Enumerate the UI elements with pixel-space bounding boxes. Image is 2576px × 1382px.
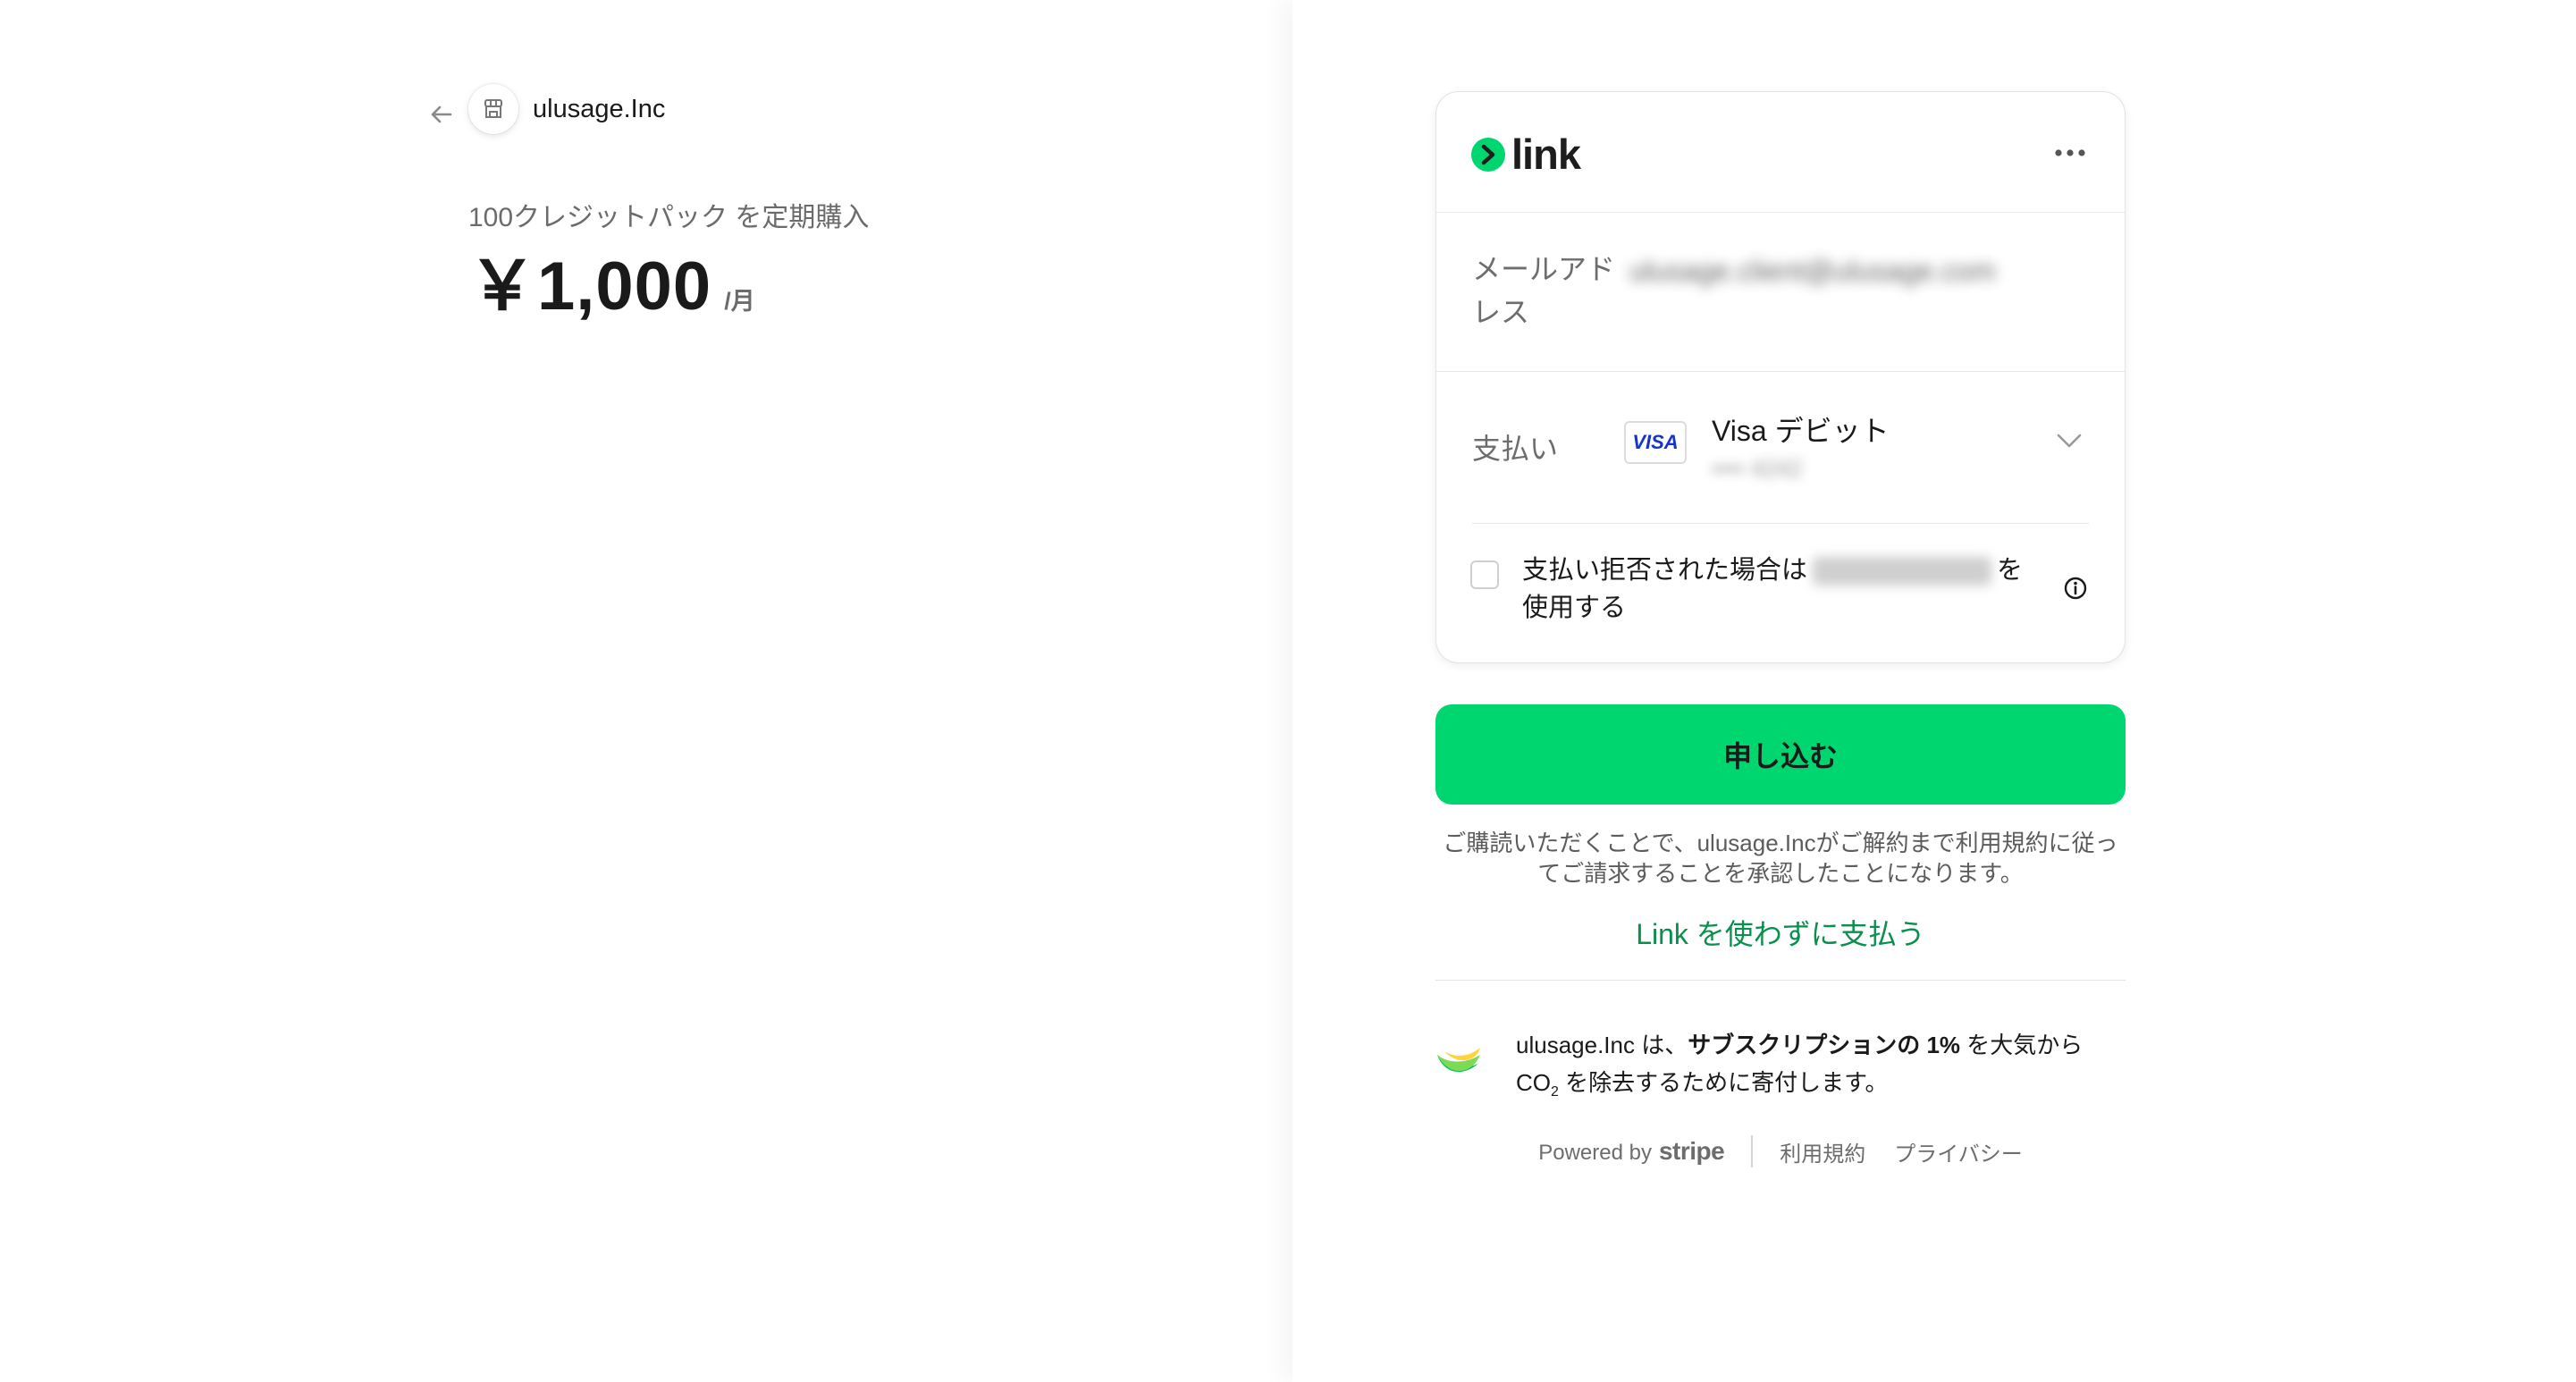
privacy-link[interactable]: プライバシー xyxy=(1894,1136,2023,1167)
more-options-icon[interactable] xyxy=(2050,137,2091,169)
link-card-header: link xyxy=(1436,92,2125,213)
link-card: link メールアドレス ulusage.client@ulusage.com … xyxy=(1435,91,2126,663)
payment-label: 支払い xyxy=(1472,433,1559,465)
visa-badge-text: VISA xyxy=(1632,431,1679,453)
terms-notice: ご購読いただくことで、ulusage.Incがご解約まで利用規約に従ってご請求す… xyxy=(1443,830,2118,887)
fallback-text: 支払い拒否された場合は を使用する xyxy=(1522,552,2041,627)
payment-method-name: Visa デビット xyxy=(1712,415,1890,447)
info-icon[interactable] xyxy=(2062,575,2089,602)
footer: Powered by stripe 利用規約 プライバシー xyxy=(1435,1135,2126,1167)
section-divider xyxy=(1435,980,2126,981)
card-divider xyxy=(1472,523,2089,524)
back-arrow-icon[interactable] xyxy=(424,97,459,132)
climate-notice: ulusage.Inc は、サブスクリプションの 1% を大気から CO2 を除… xyxy=(1516,1026,2124,1111)
email-row[interactable]: メールアドレス ulusage.client@ulusage.com xyxy=(1436,212,2125,372)
email-value: ulusage.client@ulusage.com xyxy=(1629,255,1996,287)
fallback-card-blurred xyxy=(1813,557,1992,586)
fallback-payment-row: 支払い拒否された場合は を使用する xyxy=(1436,525,2125,661)
terms-link[interactable]: 利用規約 xyxy=(1780,1136,1865,1167)
climate-suffix: を除去するために寄付します。 xyxy=(1558,1069,1889,1096)
payment-method-selector[interactable]: 支払い VISA Visa デビット •••• 4242 xyxy=(1436,371,2125,523)
price-unit: /月 xyxy=(724,288,755,315)
powered-by-text: Powered by xyxy=(1538,1141,1652,1165)
store-icon xyxy=(484,99,502,118)
fallback-checkbox[interactable] xyxy=(1470,560,1499,589)
stripe-climate-icon xyxy=(1437,1048,1480,1073)
visa-card-icon: VISA xyxy=(1624,421,1687,464)
link-logo: link xyxy=(1470,130,1581,179)
pay-without-link-link[interactable]: Link を使わずに支払う xyxy=(1435,912,2126,953)
subscribe-button[interactable]: 申し込む xyxy=(1435,704,2126,805)
link-brand-text: link xyxy=(1511,131,1581,178)
link-chevron-icon xyxy=(1471,137,1505,172)
product-name: 100クレジットパック を定期購入 xyxy=(468,203,870,232)
climate-sub: 2 xyxy=(1551,1084,1559,1100)
powered-by-stripe[interactable]: Powered by stripe xyxy=(1538,1137,1725,1166)
climate-bold: サブスクリプションの 1% xyxy=(1688,1032,1961,1058)
chevron-down-icon[interactable] xyxy=(2053,428,2085,453)
climate-prefix: ulusage.Inc は、 xyxy=(1516,1032,1688,1058)
payment-masked-number: •••• 4242 xyxy=(1712,455,1803,482)
price-amount: ￥1,000 xyxy=(468,249,712,324)
merchant-logo xyxy=(468,84,518,134)
stripe-logo: stripe xyxy=(1658,1137,1725,1165)
subscribe-button-label: 申し込む xyxy=(1722,740,1838,772)
footer-separator xyxy=(1751,1135,1754,1167)
payment-panel: link メールアドレス ulusage.client@ulusage.com … xyxy=(1292,0,2576,1382)
fallback-prefix: 支払い拒否された場合は xyxy=(1522,556,1808,585)
order-summary-panel: ulusage.Inc 100クレジットパック を定期購入 ￥1,000 /月 xyxy=(0,0,1292,1382)
merchant-name: ulusage.Inc xyxy=(533,95,666,123)
email-label: メールアドレス xyxy=(1472,253,1616,328)
price-row: ￥1,000 /月 xyxy=(468,231,755,329)
